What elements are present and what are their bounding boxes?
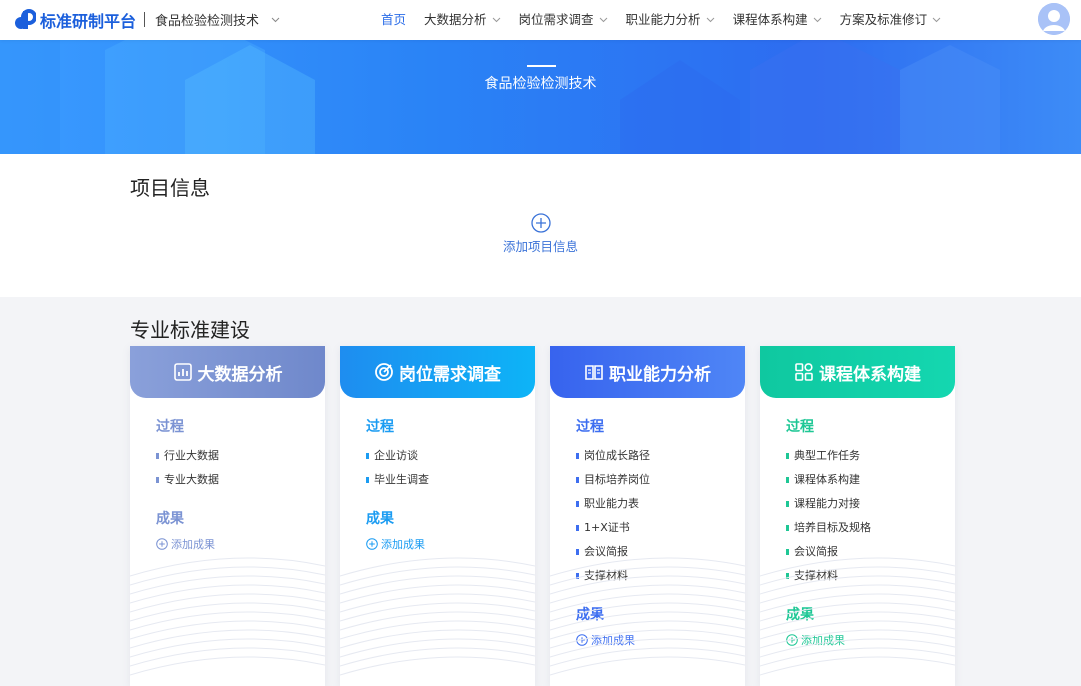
card-wave-decoration (550, 557, 745, 676)
standard-card: 岗位需求调查 过程 企业访谈 毕业生调查 成果 添加成果 (340, 346, 535, 686)
process-item[interactable]: 专业大数据 (156, 468, 325, 492)
nav-item-2[interactable]: 岗位需求调查 (510, 0, 617, 40)
card-wave-decoration (340, 557, 535, 676)
bullet-icon (576, 453, 579, 459)
card-title: 课程体系构建 (819, 364, 921, 385)
process-heading: 过程 (156, 419, 184, 435)
results-heading: 成果 (366, 511, 394, 527)
banner-title-underline (527, 65, 556, 67)
card-title: 岗位需求调查 (399, 364, 501, 385)
card-wave-decoration (760, 557, 955, 676)
banner-hexagon-decoration (0, 40, 1000, 154)
bar-chart-icon (173, 363, 192, 381)
card-header[interactable]: 大数据分析 (130, 346, 325, 398)
process-item-label: 典型工作任务 (794, 449, 860, 462)
banner-title: 食品检验检测技术 (484, 76, 597, 92)
card-body: 过程 行业大数据 专业大数据 成果 添加成果 (130, 398, 325, 552)
process-item-label: 企业访谈 (374, 449, 418, 462)
chevron-down-icon (271, 17, 280, 22)
chevron-down-icon (813, 17, 821, 23)
chevron-down-icon (932, 17, 941, 23)
process-item-label: 行业大数据 (164, 449, 219, 462)
bullet-icon (366, 477, 369, 483)
card-title: 职业能力分析 (609, 364, 711, 385)
add-circle-icon (530, 213, 551, 233)
results-heading: 成果 (156, 511, 184, 527)
process-item[interactable]: 企业访谈 (366, 444, 535, 468)
project-info-title: 项目信息 (130, 176, 210, 200)
card-body: 过程 企业访谈 毕业生调查 成果 添加成果 (340, 398, 535, 552)
logo[interactable]: 标准研制平台 (14, 8, 136, 32)
target-icon (375, 363, 393, 381)
process-item[interactable]: 课程能力对接 (786, 492, 955, 516)
user-avatar-icon (1038, 3, 1070, 35)
process-item-label: 职业能力表 (584, 497, 639, 510)
card-header[interactable]: 课程体系构建 (760, 346, 955, 398)
header-divider (144, 12, 145, 27)
process-item-label: 课程能力对接 (794, 497, 860, 510)
process-item-label: 专业大数据 (164, 473, 219, 486)
nav-item-label: 首页 (381, 12, 407, 27)
add-project-info-button[interactable]: 添加项目信息 (0, 213, 1081, 255)
process-item[interactable]: 职业能力表 (576, 492, 745, 516)
chevron-down-icon (706, 17, 714, 23)
grid-icon (795, 363, 813, 381)
bullet-icon (576, 525, 579, 531)
nav-item-label: 职业能力分析 (625, 12, 701, 27)
card-title: 大数据分析 (197, 364, 283, 385)
nav-item-label: 岗位需求调查 (518, 12, 594, 27)
bullet-icon (786, 477, 789, 483)
nav-item-1[interactable]: 大数据分析 (415, 0, 510, 40)
nav-item-4[interactable]: 课程体系构建 (724, 0, 831, 40)
process-item[interactable]: 典型工作任务 (786, 444, 955, 468)
standards-title: 专业标准建设 (130, 318, 250, 342)
project-selector[interactable]: 食品检验检测技术 (155, 10, 280, 29)
bullet-icon (786, 501, 789, 507)
add-project-info-label: 添加项目信息 (502, 239, 578, 254)
process-heading: 过程 (786, 419, 814, 435)
process-item[interactable]: 课程体系构建 (786, 468, 955, 492)
bullet-icon (576, 477, 579, 483)
nav-item-3[interactable]: 职业能力分析 (617, 0, 724, 40)
book-icon (585, 365, 603, 380)
process-item[interactable]: 目标培养岗位 (576, 468, 745, 492)
process-item[interactable]: 行业大数据 (156, 444, 325, 468)
process-item-label: 毕业生调查 (374, 473, 429, 486)
process-item-label: 课程体系构建 (794, 473, 860, 486)
main-nav: 首页 大数据分析 岗位需求调查 职业能力分析 课程体系构建 方案及标准修订 (372, 0, 950, 40)
standard-card: 课程体系构建 过程 典型工作任务 课程体系构建 课程能力对接 培养目标及规格 会议简报 支撑材… (760, 346, 955, 686)
chevron-down-icon (599, 17, 607, 23)
user-avatar[interactable] (1038, 3, 1070, 35)
chevron-down-icon (492, 17, 500, 23)
card-header[interactable]: 职业能力分析 (550, 346, 745, 398)
nav-item-label: 方案及标准修订 (839, 12, 928, 27)
process-heading: 过程 (576, 419, 604, 435)
logo-icon (15, 9, 36, 29)
nav-item-0[interactable]: 首页 (372, 0, 415, 40)
bullet-icon (156, 453, 159, 459)
bullet-icon (156, 477, 159, 483)
process-item-label: 目标培养岗位 (584, 473, 650, 486)
standard-card: 大数据分析 过程 行业大数据 专业大数据 成果 添加成果 (130, 346, 325, 686)
nav-item-label: 大数据分析 (424, 12, 487, 27)
process-item[interactable]: 岗位成长路径 (576, 444, 745, 468)
card-header[interactable]: 岗位需求调查 (340, 346, 535, 398)
top-navbar: 标准研制平台 食品检验检测技术 首页 大数据分析 岗位需求调查 职业能力分析 课程体系构… (0, 0, 1081, 40)
project-info-section: 项目信息 添加项目信息 (0, 154, 1081, 297)
logo-text: 标准研制平台 (40, 12, 137, 31)
nav-item-5[interactable]: 方案及标准修订 (831, 0, 951, 40)
card-wave-decoration (130, 557, 325, 676)
page-banner: 食品检验检测技术 (0, 40, 1081, 154)
bullet-icon (786, 453, 789, 459)
project-name: 食品检验检测技术 (155, 14, 260, 29)
nav-item-label: 课程体系构建 (732, 12, 808, 27)
process-heading: 过程 (366, 419, 394, 435)
bullet-icon (576, 501, 579, 507)
standard-card: 职业能力分析 过程 岗位成长路径 目标培养岗位 职业能力表 1+X证书 会议简报 支撑材料 成果… (550, 346, 745, 686)
process-item-label: 岗位成长路径 (584, 449, 650, 462)
bullet-icon (366, 453, 369, 459)
process-item[interactable]: 毕业生调查 (366, 468, 535, 492)
bullet-icon (786, 525, 789, 531)
